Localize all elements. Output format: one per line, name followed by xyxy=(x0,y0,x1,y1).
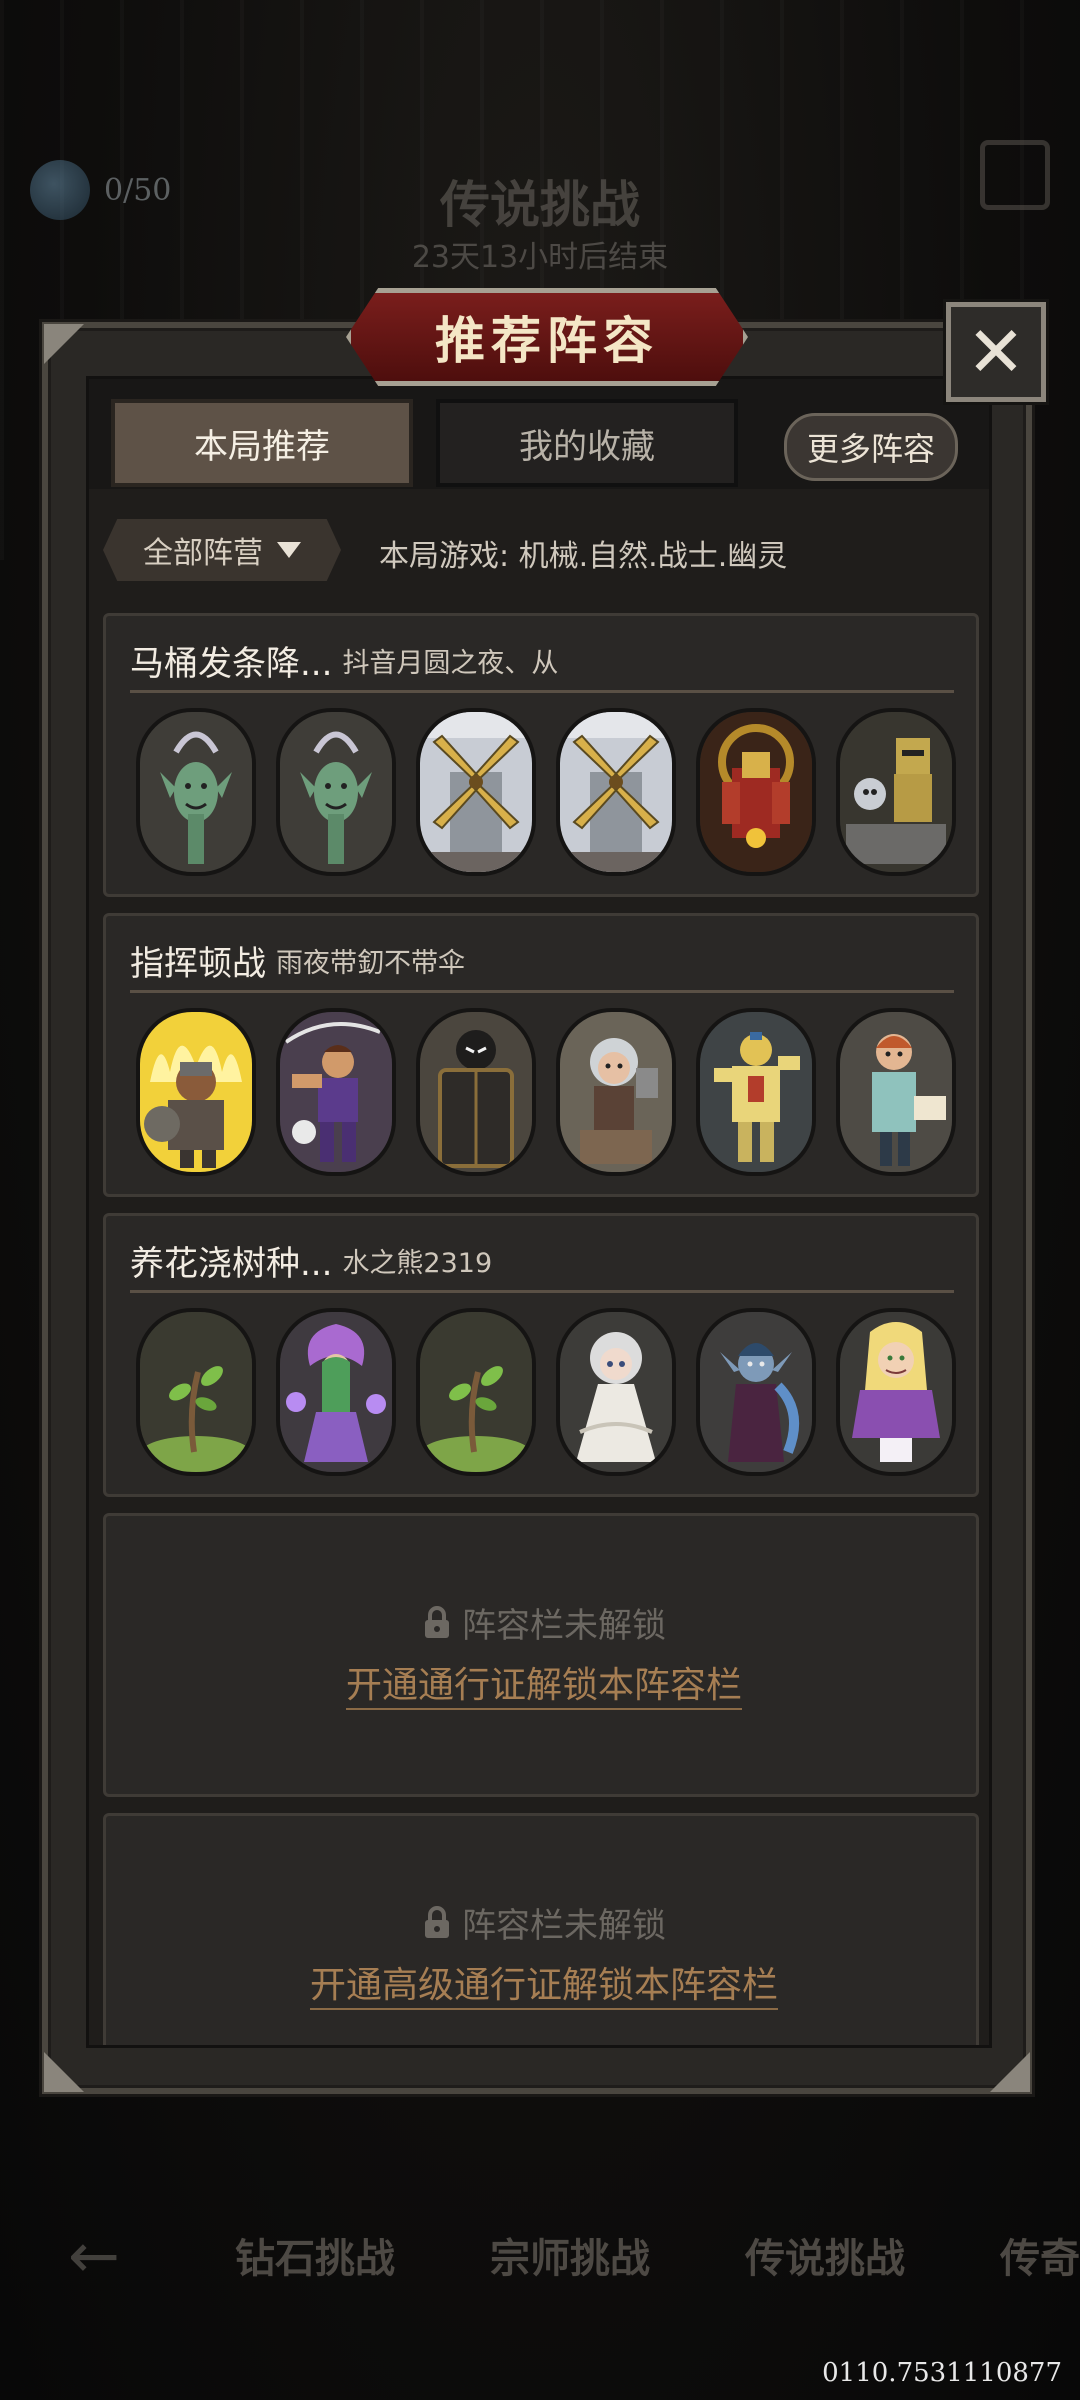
locked-status: 阵容栏未解锁 xyxy=(106,1598,982,1647)
hero-portrait[interactable] xyxy=(276,1308,396,1476)
hero-portrait[interactable] xyxy=(416,708,536,876)
red-haired-officer-portrait-icon xyxy=(840,1012,952,1172)
lock-icon xyxy=(425,1905,449,1938)
frame-corner xyxy=(44,324,84,364)
back-arrow-icon: ← xyxy=(68,2218,120,2292)
hero-portrait[interactable] xyxy=(276,1008,396,1176)
locked-lineup-slot: 阵容栏未解锁 开通高级通行证解锁本阵容栏 xyxy=(103,1813,982,2045)
tab-current-recommend[interactable]: 本局推荐 xyxy=(111,399,413,487)
background-title: 传说挑战 xyxy=(440,175,640,234)
dark-elf-portrait-icon xyxy=(700,1312,812,1472)
more-lineups-button[interactable]: 更多阵容 xyxy=(784,413,958,481)
golden-paladin-portrait-icon xyxy=(700,1012,812,1172)
lineup-author: 雨夜带釖不带伞 xyxy=(276,947,465,979)
unlock-link[interactable]: 开通高级通行证解锁本阵容栏 xyxy=(106,1956,982,2010)
background-timer: 23天13小时后结束 xyxy=(411,240,669,275)
white-doll-portrait-icon xyxy=(560,1312,672,1472)
hero-portrait[interactable] xyxy=(136,1308,256,1476)
faction-dropdown[interactable]: 全部阵营 xyxy=(103,519,341,581)
locked-status: 阵容栏未解锁 xyxy=(106,1898,982,1947)
hero-portrait[interactable] xyxy=(696,1008,816,1176)
close-icon: ✕ xyxy=(966,311,1026,393)
hero-row xyxy=(136,708,956,876)
tab-bar: 本局推荐 我的收藏 更多阵容 xyxy=(89,379,989,489)
frame-corner xyxy=(44,2052,84,2092)
hero-portrait[interactable] xyxy=(276,708,396,876)
sapling-portrait-icon xyxy=(140,1312,252,1472)
unlock-link-text: 开通高级通行证解锁本阵容栏 xyxy=(309,1965,778,2010)
lineup-header: 马桶发条降... 抖音月圆之夜、从 xyxy=(130,630,954,693)
hero-row xyxy=(136,1308,956,1476)
close-button[interactable]: ✕ xyxy=(946,302,1046,402)
flower-fairy-portrait-icon xyxy=(280,1312,392,1472)
faction-label: 全部阵营 xyxy=(143,536,263,571)
windmill-portrait-icon xyxy=(560,712,672,872)
hero-portrait[interactable] xyxy=(136,708,256,876)
nav-tab-mythic: 传奇 xyxy=(1000,2235,1080,2282)
lineup-card[interactable]: 马桶发条降... 抖音月圆之夜、从 xyxy=(103,613,979,897)
lineup-author: 抖音月圆之夜、从 xyxy=(342,647,559,679)
elf-princess-portrait-icon xyxy=(840,1312,952,1472)
nav-tab-legend: 传说挑战 xyxy=(745,2235,905,2282)
locked-status-text: 阵容栏未解锁 xyxy=(462,1906,666,1946)
nav-tab-diamond: 钻石挑战 xyxy=(235,2235,395,2282)
lineup-name: 马桶发条降... xyxy=(130,643,333,684)
lineup-name: 指挥顿战 xyxy=(130,943,266,984)
frame-corner xyxy=(990,2052,1030,2092)
modal-content: 本局推荐 我的收藏 更多阵容 全部阵营 本局游戏: 机械.自然.战士.幽灵 马桶… xyxy=(86,376,992,2048)
lineup-header: 指挥顿战 雨夜带釖不带伞 xyxy=(130,930,954,993)
background-nav: ← 钻石挑战 宗师挑战 传说挑战 传奇 xyxy=(0,2215,1080,2295)
lineup-card[interactable]: 指挥顿战 雨夜带釖不带伞 xyxy=(103,913,979,1197)
white-haired-girl-portrait-icon xyxy=(560,1012,672,1172)
hero-portrait[interactable] xyxy=(136,1008,256,1176)
hero-portrait[interactable] xyxy=(556,1308,676,1476)
hero-portrait[interactable] xyxy=(696,708,816,876)
hero-portrait[interactable] xyxy=(836,1308,956,1476)
goblin-spirit-portrait-icon xyxy=(280,712,392,872)
exit-icon xyxy=(980,140,1050,210)
lineup-list: 马桶发条降... 抖音月圆之夜、从 指挥顿战 雨夜带釖不带伞 养花浇树种... … xyxy=(103,613,982,2045)
windmill-portrait-icon xyxy=(420,712,532,872)
locked-lineup-slot: 阵容栏未解锁 开通通行证解锁本阵容栏 xyxy=(103,1513,979,1797)
lineup-author: 水之熊2319 xyxy=(342,1247,493,1279)
hero-portrait[interactable] xyxy=(556,1008,676,1176)
fire-dwarf-portrait-icon xyxy=(140,1012,252,1172)
footer-code: 0110.7531110877 xyxy=(822,2358,1062,2388)
modal-title: 推荐阵容 xyxy=(435,311,659,370)
hero-row xyxy=(136,1008,956,1176)
lineup-name: 养花浇树种... xyxy=(130,1243,333,1284)
goblin-spirit-portrait-icon xyxy=(140,712,252,872)
recommended-lineups-modal: 本局推荐 我的收藏 更多阵容 全部阵营 本局游戏: 机械.自然.战士.幽灵 马桶… xyxy=(42,322,1032,2094)
dark-shield-portrait-icon xyxy=(420,1012,532,1172)
hero-portrait[interactable] xyxy=(416,1308,536,1476)
locked-status-text: 阵容栏未解锁 xyxy=(462,1606,666,1646)
nav-tab-master: 宗师挑战 xyxy=(490,2235,650,2282)
hero-portrait[interactable] xyxy=(696,1308,816,1476)
lineup-card[interactable]: 养花浇树种... 水之熊2319 xyxy=(103,1213,979,1497)
game-factions-info: 本局游戏: 机械.自然.战士.幽灵 xyxy=(379,539,788,574)
hero-portrait[interactable] xyxy=(836,1008,956,1176)
filter-row: 全部阵营 本局游戏: 机械.自然.战士.幽灵 xyxy=(89,519,989,589)
unlock-link-text: 开通通行证解锁本阵容栏 xyxy=(345,1665,742,1710)
hero-portrait[interactable] xyxy=(836,708,956,876)
modal-title-banner: 推荐阵容 xyxy=(346,288,748,386)
lock-icon xyxy=(425,1605,449,1638)
hero-portrait[interactable] xyxy=(416,1008,536,1176)
sapling-portrait-icon xyxy=(420,1312,532,1472)
tab-my-favorites[interactable]: 我的收藏 xyxy=(436,399,738,487)
purple-warrior-portrait-icon xyxy=(280,1012,392,1172)
robot-knight-portrait-icon xyxy=(840,712,952,872)
lineup-header: 养花浇树种... 水之熊2319 xyxy=(130,1230,954,1293)
red-mech-portrait-icon xyxy=(700,712,812,872)
unlock-link[interactable]: 开通通行证解锁本阵容栏 xyxy=(106,1656,982,1710)
hero-portrait[interactable] xyxy=(556,708,676,876)
chevron-down-icon xyxy=(277,542,301,558)
